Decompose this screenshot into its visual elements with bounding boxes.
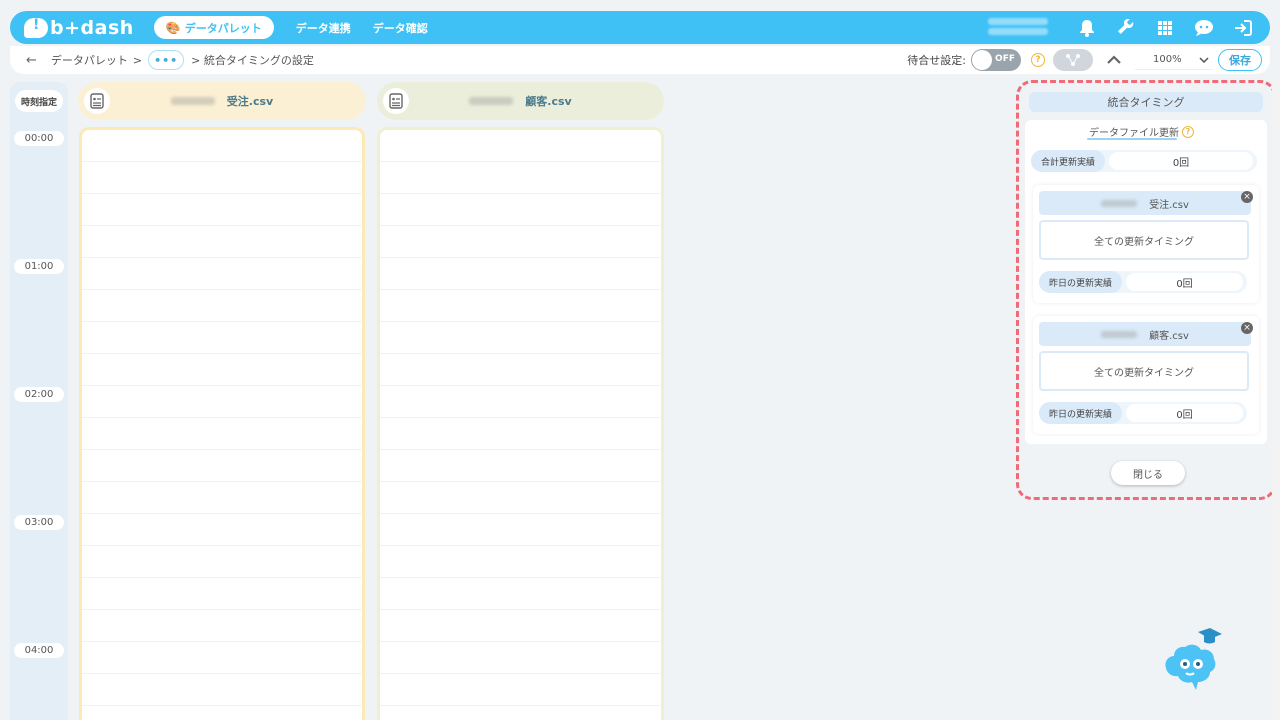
file-timing-card: 受注.csv × 全ての更新タイミング 昨日の更新実績 0回 (1033, 185, 1259, 303)
yesterday-update-label: 昨日の更新実績 (1039, 402, 1123, 424)
nav-data-palette[interactable]: 🎨 データパレット (153, 16, 274, 39)
panel-subtitle: データファイル更新 ? (1089, 124, 1194, 139)
yesterday-update-value: 0回 (1126, 404, 1243, 422)
time-label: 00:00 (14, 131, 64, 146)
integration-timing-panel: 統合タイミング データファイル更新 ? 合計更新実績 0回 受注.csv × 全… (1016, 80, 1276, 500)
wait-setting-toggle[interactable]: OFF (971, 49, 1021, 71)
save-button[interactable]: 保存 (1218, 49, 1262, 71)
mascot-assistant-icon[interactable] (1160, 626, 1226, 692)
time-label: 02:00 (14, 387, 64, 402)
wrench-icon[interactable] (1115, 17, 1137, 39)
time-specify-button[interactable]: 時刻指定 (15, 90, 63, 112)
close-icon[interactable]: × (1241, 191, 1253, 203)
panel-subtitle-text: データファイル更新 (1089, 128, 1179, 139)
blurred-prefix (469, 97, 514, 105)
time-column: 時刻指定 00:00 01:00 02:00 03:00 04:00 (10, 82, 68, 720)
file-timing-card: 顧客.csv × 全ての更新タイミング 昨日の更新実績 0回 (1033, 316, 1259, 434)
file-column-header[interactable]: 顧客.csv (377, 82, 664, 120)
logo-text: b+dash (50, 16, 134, 39)
card-header: 顧客.csv (1039, 322, 1251, 346)
blurred-prefix (1101, 330, 1138, 338)
total-update-label: 合計更新実績 (1031, 150, 1106, 172)
zoom-value: 100% (1153, 54, 1182, 65)
help-icon[interactable]: ? (1031, 53, 1045, 67)
yesterday-update-label: 昨日の更新実績 (1039, 271, 1123, 293)
nav-data-link[interactable]: データ連携 (296, 20, 351, 36)
file-column-timeline[interactable] (79, 127, 365, 720)
file-name: 受注.csv (226, 95, 274, 108)
logo-bubble-icon (24, 17, 48, 38)
toolbar: ← データパレット > ••• > 統合タイミングの設定 待合せ設定: OFF … (10, 46, 1270, 74)
close-icon[interactable]: × (1241, 322, 1253, 334)
chevron-down-icon (1199, 56, 1209, 63)
breadcrumb-data-palette[interactable]: データパレット (51, 52, 128, 68)
yesterday-update-row: 昨日の更新実績 0回 (1039, 271, 1247, 293)
file-column-header[interactable]: 受注.csv (78, 82, 366, 120)
nav-data-palette-label: データパレット (184, 21, 262, 35)
timing-select[interactable]: 全ての更新タイミング (1039, 220, 1249, 260)
breadcrumb-current: > 統合タイミングの設定 (191, 54, 314, 67)
logout-icon[interactable] (1232, 17, 1254, 39)
yesterday-update-value: 0回 (1126, 273, 1243, 291)
time-label: 01:00 (14, 259, 64, 274)
app-header: b+dash 🎨 データパレット データ連携 データ確認 (10, 11, 1270, 44)
panel-title: 統合タイミング (1029, 92, 1263, 112)
breadcrumb-more-button[interactable]: ••• (148, 50, 185, 70)
user-info-blurred[interactable] (988, 15, 1048, 39)
total-update-value: 0回 (1109, 152, 1253, 170)
breadcrumb-separator: > (132, 53, 143, 67)
panel-body: データファイル更新 ? 合計更新実績 0回 受注.csv × 全ての更新タイミン… (1025, 120, 1267, 444)
palette-icon: 🎨 (165, 20, 181, 35)
support-chat-icon[interactable] (1193, 17, 1215, 39)
yesterday-update-row: 昨日の更新実績 0回 (1039, 402, 1247, 424)
file-name: 顧客.csv (525, 95, 572, 108)
time-label: 03:00 (14, 515, 64, 530)
blurred-prefix (1101, 199, 1138, 207)
chevron-up-icon[interactable] (1105, 51, 1123, 69)
bell-icon[interactable] (1076, 17, 1098, 39)
card-header: 受注.csv (1039, 191, 1251, 215)
grid-icon[interactable] (1154, 17, 1176, 39)
close-button[interactable]: 閉じる (1111, 461, 1185, 485)
total-update-row: 合計更新実績 0回 (1031, 150, 1257, 172)
time-label: 04:00 (14, 643, 64, 658)
blurred-prefix (170, 97, 215, 105)
logo[interactable]: b+dash (24, 17, 134, 39)
network-icon (1066, 54, 1080, 66)
help-icon[interactable]: ? (1182, 125, 1194, 138)
file-column-timeline[interactable] (377, 127, 664, 720)
toggle-knob (972, 50, 992, 70)
file-icon (84, 88, 110, 114)
nav-data-check[interactable]: データ確認 (373, 20, 428, 36)
page-scrollbar[interactable] (1272, 80, 1280, 720)
timing-select[interactable]: 全ての更新タイミング (1039, 351, 1249, 391)
card-file-name: 受注.csv (1149, 199, 1189, 211)
toggle-state: OFF (995, 54, 1015, 64)
back-arrow-icon[interactable]: ← (26, 53, 37, 68)
card-file-name: 顧客.csv (1149, 330, 1189, 342)
zoom-select[interactable]: 100% (1135, 50, 1213, 70)
subtitle-underline (1087, 138, 1177, 140)
file-icon (383, 88, 409, 114)
wait-setting-label: 待合せ設定: (907, 54, 966, 67)
disabled-tool-button[interactable] (1053, 49, 1093, 71)
